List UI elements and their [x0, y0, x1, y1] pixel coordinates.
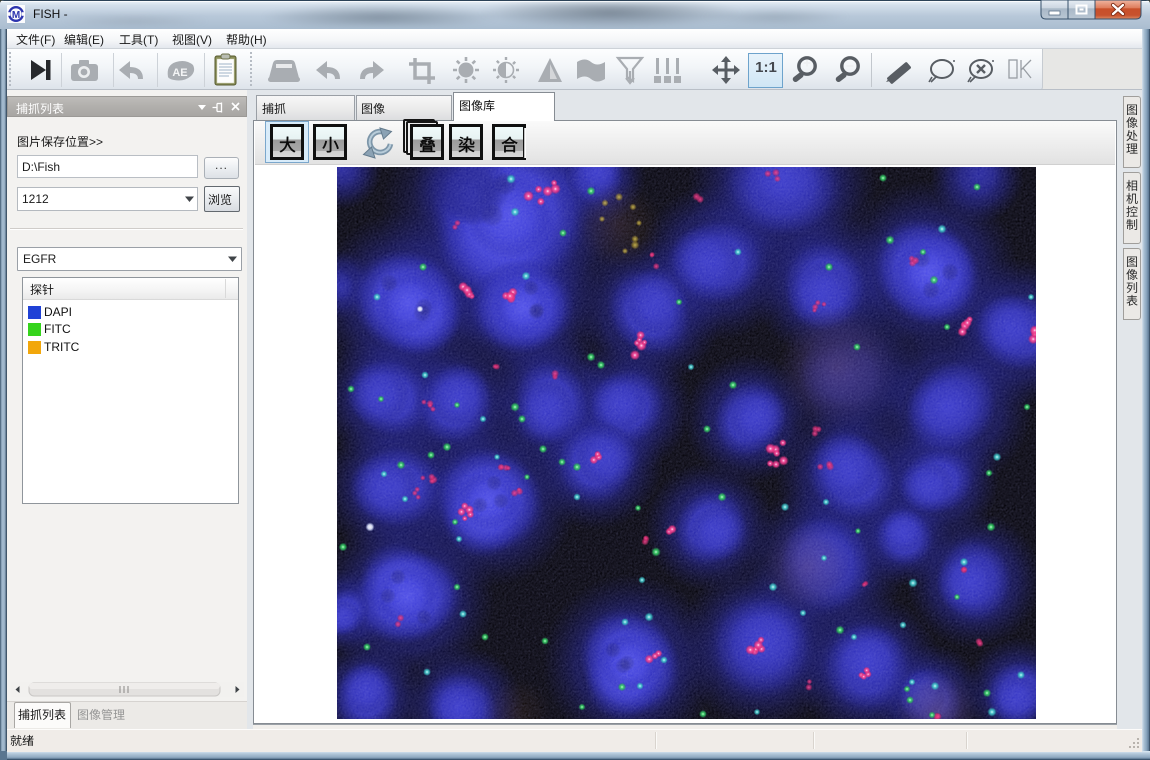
svg-text:>>: >> [89, 135, 103, 149]
svg-text:(E): (E) [88, 33, 104, 47]
svg-text:(T): (T) [143, 33, 158, 47]
svg-text:M: M [12, 10, 20, 21]
svg-text:(H): (H) [250, 33, 267, 47]
svg-text:(F): (F) [40, 33, 55, 47]
svg-text:AE: AE [172, 67, 187, 79]
svg-text:(V): (V) [196, 33, 212, 47]
